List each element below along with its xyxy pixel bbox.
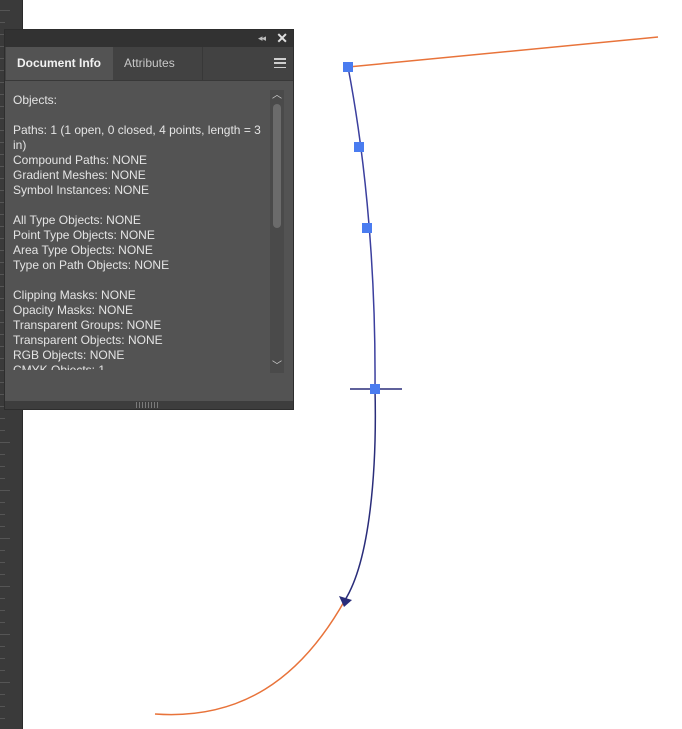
hamburger-menu-icon[interactable] [274,58,286,69]
anchor-point[interactable] [370,384,380,394]
pen-direction-arrow-icon [339,596,352,607]
pen-preview-curve [344,388,377,601]
document-info-content: Objects: Paths: 1 (1 open, 0 closed, 4 po… [13,93,268,370]
info-line: Paths: 1 (1 open, 0 closed, 4 points, le… [13,123,265,152]
info-line: Gradient Meshes: NONE [13,168,146,182]
info-line: Type on Path Objects: NONE [13,258,170,272]
panel-tabbar: Document Info Attributes [5,47,293,81]
info-line: Compound Paths: NONE [13,153,148,167]
anchor-point[interactable] [354,142,364,152]
info-line: Symbol Instances: NONE [13,183,150,197]
path-segment-top[interactable] [347,36,659,68]
info-line: CMYK Objects: 1 [13,363,106,370]
document-info-panel: ◂◂ ✕ Document Info Attributes Objects: Pa… [4,29,294,410]
double-chevron-left-icon[interactable]: ◂◂ [258,32,266,44]
info-line: Clipping Masks: NONE [13,288,136,302]
info-line: Transparent Groups: NONE [13,318,162,332]
info-line: Point Type Objects: NONE [13,228,155,242]
info-line: RGB Objects: NONE [13,348,125,362]
panel-scrollbar[interactable]: ︿ ﹀ [270,90,284,373]
close-icon[interactable]: ✕ [276,30,288,46]
info-line: Area Type Objects: NONE [13,243,153,257]
info-line: Opacity Masks: NONE [13,303,134,317]
anchor-point[interactable] [343,62,353,72]
info-line: Transparent Objects: NONE [13,333,163,347]
tab-attributes[interactable]: Attributes [113,47,203,80]
info-line: Objects: [13,93,58,107]
chevron-down-icon[interactable]: ﹀ [270,361,284,373]
panel-resize-bar[interactable] [5,401,293,409]
tab-document-info[interactable]: Document Info [6,47,113,80]
anchor-point[interactable] [362,223,372,233]
chevron-up-icon[interactable]: ︿ [270,90,284,102]
panel-title-bar[interactable]: ◂◂ ✕ [5,30,293,47]
resize-grip-icon[interactable] [136,402,160,408]
path-segment-bottom[interactable] [154,599,346,716]
info-line: All Type Objects: NONE [13,213,141,227]
scroll-thumb[interactable] [273,104,281,228]
